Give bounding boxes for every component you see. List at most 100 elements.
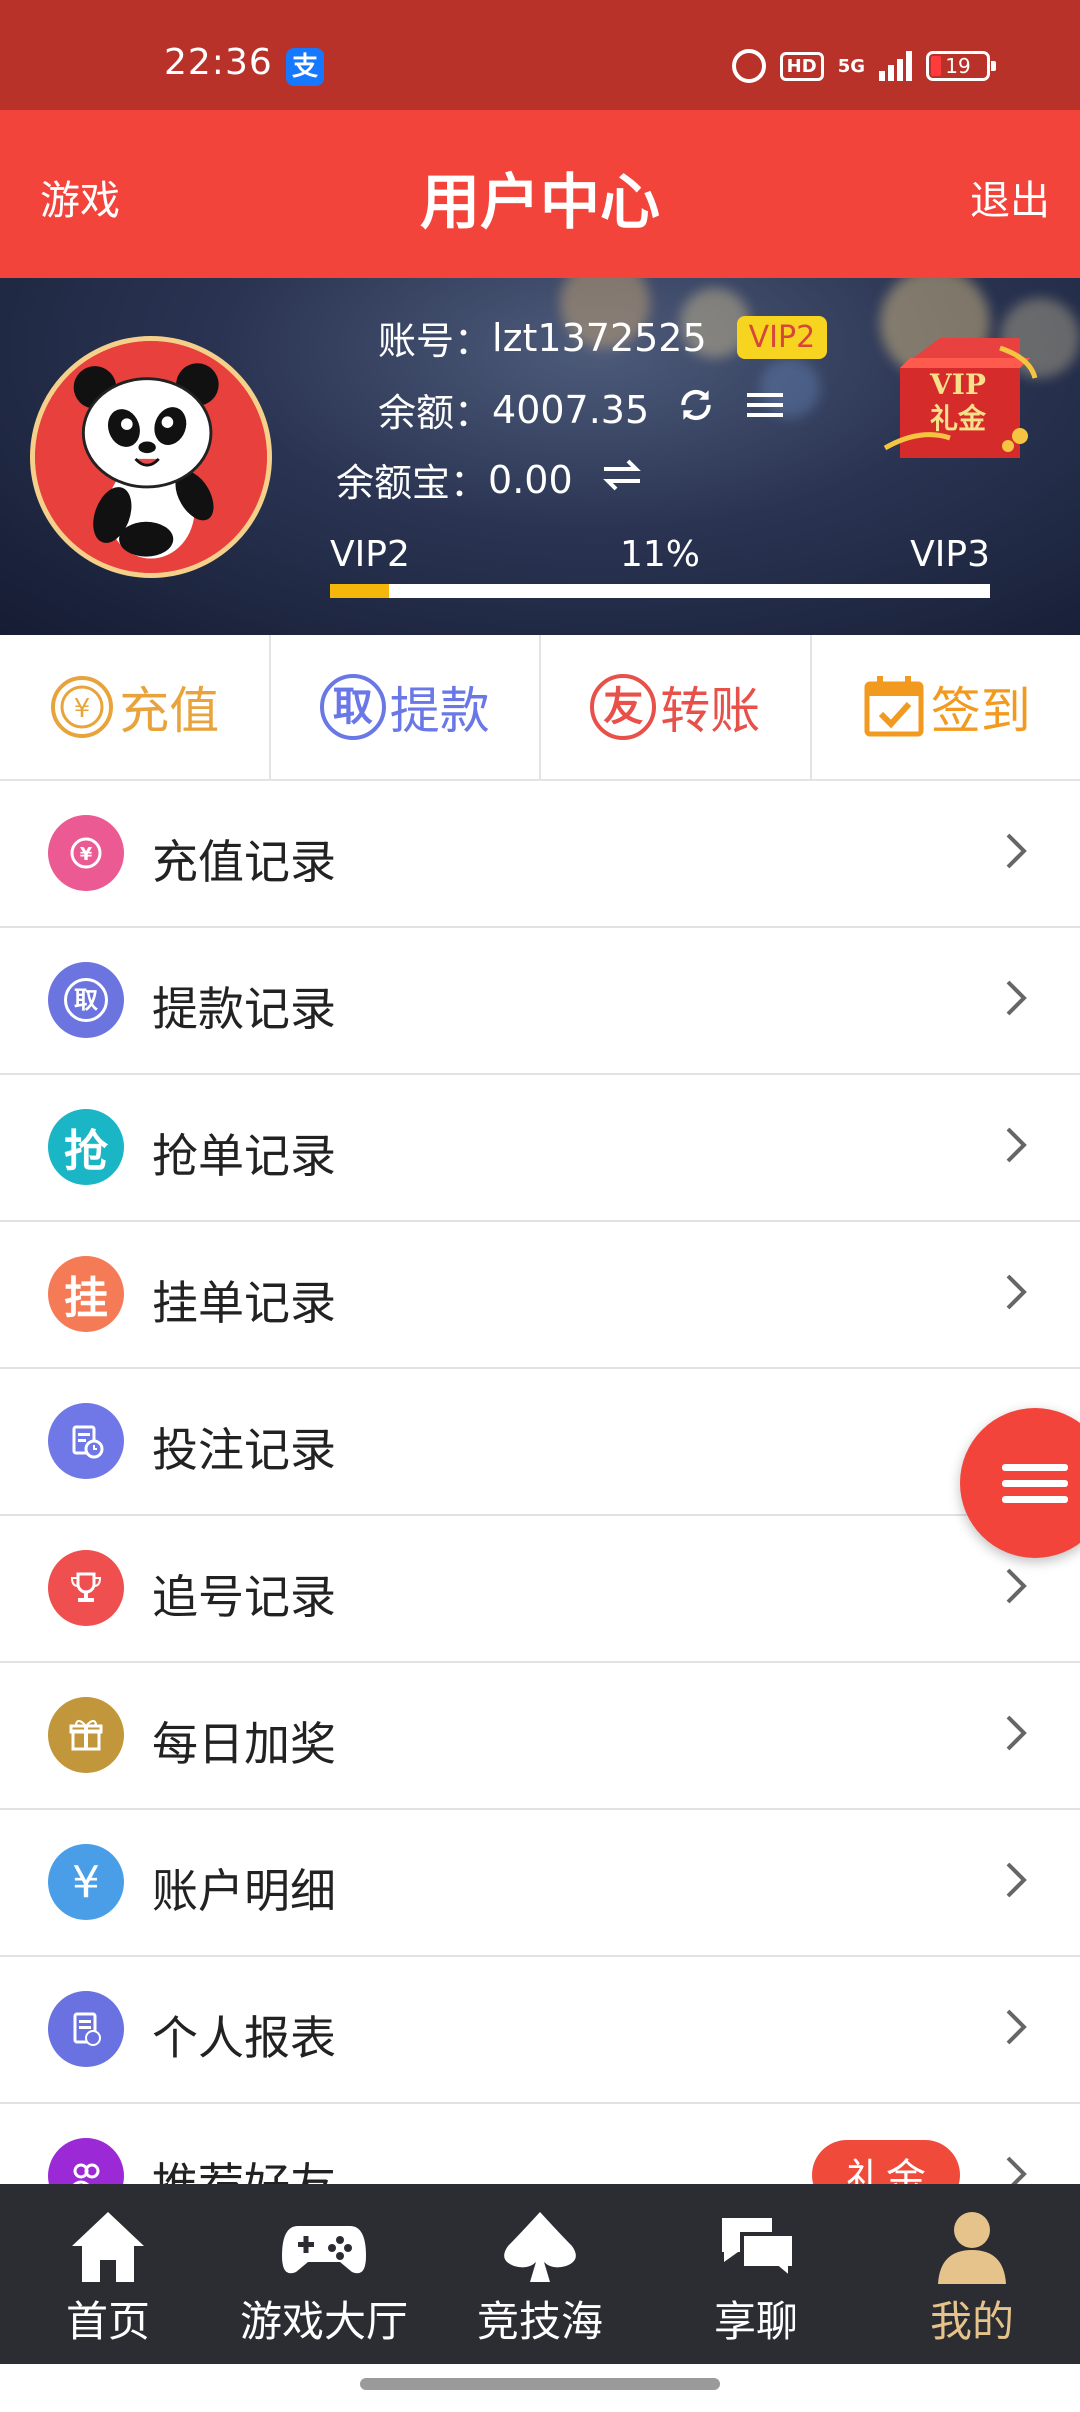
network-type: 5G (837, 55, 865, 77)
withdraw-label: 提款 (389, 682, 490, 740)
profile-banner: 账号： lzt1372525 VIP2 余额： 4007.35 余额宝： 0.0… (0, 278, 1080, 635)
nav-chat[interactable]: 享聊 (648, 2184, 864, 2364)
checkin-button[interactable]: 签到 (812, 635, 1080, 779)
chevron-right-icon (1006, 1715, 1027, 1751)
menu-item-label: 挂单记录 (152, 1276, 336, 1330)
vip-progress-percent: 11% (620, 534, 701, 575)
user-icon (938, 2212, 1006, 2284)
swap-icon[interactable] (599, 457, 645, 502)
menu-list: ¥ 充值记录 取 提款记录 抢 抢单记录 挂 挂单记录 投注记录 追号记录 每日… (0, 781, 1080, 2251)
report-icon (48, 1991, 124, 2067)
balance-label: 余额： (378, 391, 493, 435)
chevron-right-icon (1006, 1127, 1027, 1163)
nav-game-hall[interactable]: 游戏大厅 (216, 2184, 432, 2364)
account-label: 账号： (378, 319, 493, 363)
yuebao-value: 0.00 (488, 457, 573, 502)
refresh-icon[interactable] (675, 384, 717, 435)
withdraw-record-icon: 取 (48, 962, 124, 1038)
panda-avatar-icon (35, 341, 267, 573)
menu-item-pending-order-record[interactable]: 挂 挂单记录 (0, 1222, 1080, 1369)
balance-row: 余额： 4007.35 (378, 382, 787, 437)
chevron-right-icon (1006, 1568, 1027, 1604)
fab-line (1002, 1464, 1068, 1471)
status-bar: 22:36 支 HD 5G 19 (0, 0, 1080, 110)
logout-link[interactable]: 退出 (970, 168, 1050, 226)
chevron-right-icon (1006, 980, 1027, 1016)
nav-game-hall-label: 游戏大厅 (239, 2297, 408, 2346)
chevron-right-icon (1006, 2009, 1027, 2045)
nav-home[interactable]: 首页 (0, 2184, 216, 2364)
vip-progress-track (330, 584, 990, 598)
signal-icon (879, 51, 912, 81)
avatar[interactable] (30, 336, 272, 578)
balance-value: 4007.35 (492, 387, 650, 432)
account-row: 账号： lzt1372525 VIP2 (378, 310, 828, 365)
nav-mine-label: 我的 (929, 2297, 1014, 2346)
fab-line (1002, 1480, 1068, 1487)
nav-home-label: 首页 (65, 2297, 150, 2346)
alarm-icon (731, 49, 766, 83)
menu-item-daily-bonus[interactable]: 每日加奖 (0, 1663, 1080, 1810)
transfer-label: 转账 (660, 682, 761, 740)
nav-mine[interactable]: 我的 (864, 2184, 1080, 2364)
nav-chat-label: 享聊 (713, 2297, 798, 2346)
menu-item-bet-record[interactable]: 投注记录 (0, 1369, 1080, 1516)
vip-badge: VIP2 (736, 316, 828, 359)
fab-line (1002, 1496, 1068, 1503)
vip-next-level: VIP3 (910, 534, 990, 575)
spade-icon (504, 2212, 576, 2282)
menu-item-chase-record[interactable]: 追号记录 (0, 1516, 1080, 1663)
nav-arena-label: 竞技海 (476, 2297, 603, 2346)
transfer-button[interactable]: 友 转账 (541, 635, 812, 779)
hd-icon: HD (779, 51, 824, 81)
yuan-coin-icon: ¥ (51, 676, 114, 738)
home-indicator[interactable] (360, 2378, 720, 2390)
svg-text:¥: ¥ (74, 694, 91, 724)
menu-item-withdraw-record[interactable]: 取 提款记录 (0, 928, 1080, 1075)
transfer-icon: 友 (590, 674, 657, 740)
status-icons: HD 5G 19 (731, 46, 996, 86)
menu-item-label: 个人报表 (152, 2011, 336, 2065)
yuebao-row: 余额宝： 0.00 (336, 452, 645, 507)
menu-item-label: 每日加奖 (152, 1717, 336, 1771)
gift-line2: 礼金 (929, 402, 986, 435)
recharge-label: 充值 (119, 682, 220, 740)
menu-icon[interactable] (743, 385, 787, 434)
nav-arena[interactable]: 竞技海 (432, 2184, 648, 2364)
trophy-icon (48, 1550, 124, 1626)
menu-item-label: 账户明细 (152, 1864, 336, 1918)
menu-item-account-details[interactable]: ¥ 账户明细 (0, 1810, 1080, 1957)
status-time: 22:36 (164, 42, 273, 83)
battery-icon: 19 (926, 51, 996, 81)
vip-current-level: VIP2 (330, 534, 410, 575)
vip-progress: VIP2 11% VIP3 (330, 534, 990, 598)
grab-order-icon: 抢 (48, 1109, 124, 1185)
checkin-label: 签到 (930, 682, 1031, 740)
chevron-right-icon (1006, 833, 1027, 869)
menu-item-grab-order-record[interactable]: 抢 抢单记录 (0, 1075, 1080, 1222)
menu-item-label: 追号记录 (152, 1570, 336, 1624)
app-header: 游戏 用户中心 退出 (0, 110, 1080, 278)
withdraw-record-glyph: 取 (64, 978, 108, 1022)
gift-icon (48, 1697, 124, 1773)
withdraw-icon: 取 (319, 674, 386, 740)
chevron-right-icon (1006, 1862, 1027, 1898)
bottom-nav: 首页 游戏大厅 竞技海 享聊 我的 (0, 2184, 1080, 2364)
bet-record-icon (48, 1403, 124, 1479)
gift-line1: VIP (930, 368, 986, 401)
menu-item-label: 投注记录 (152, 1423, 336, 1477)
alipay-icon: 支 (286, 48, 324, 86)
svg-text:¥: ¥ (80, 844, 93, 865)
quick-actions: ¥ 充值 取 提款 友 转账 签到 (0, 635, 1080, 781)
page-title: 用户中心 (420, 168, 660, 238)
vip-gift-label: VIP 礼金 (916, 368, 1000, 436)
menu-item-recharge-record[interactable]: ¥ 充值记录 (0, 781, 1080, 928)
chevron-right-icon (1006, 1274, 1027, 1310)
calendar-check-icon (864, 676, 924, 737)
chat-icon (722, 2218, 796, 2283)
withdraw-button[interactable]: 取 提款 (271, 635, 541, 779)
vip-progress-fill (330, 584, 390, 598)
vip-gift-box[interactable]: VIP 礼金 (880, 318, 1040, 468)
menu-item-personal-report[interactable]: 个人报表 (0, 1957, 1080, 2104)
recharge-button[interactable]: ¥ 充值 (0, 635, 271, 779)
